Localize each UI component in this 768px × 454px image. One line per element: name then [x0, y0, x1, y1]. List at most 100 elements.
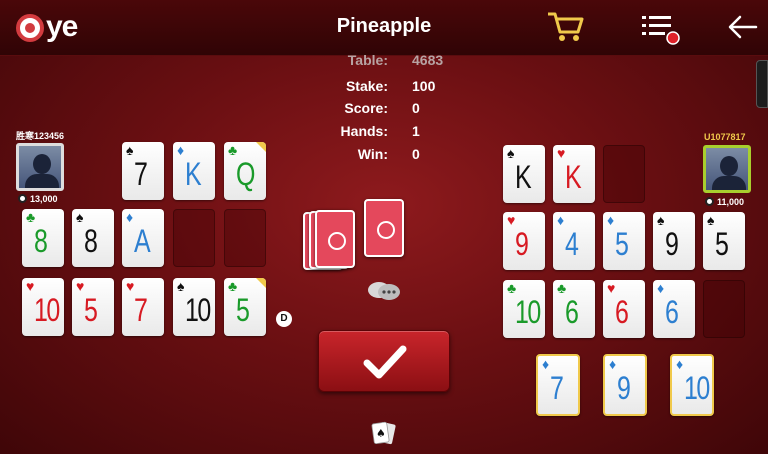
card-rank: 7 [134, 156, 148, 192]
stake-value: 100 [412, 78, 436, 94]
card-rank: 8 [84, 223, 98, 259]
hand-history-cards-icon[interactable]: ♠ [369, 420, 399, 446]
card-rank: 7 [134, 292, 148, 328]
card-rank: 6 [615, 294, 629, 330]
card-rank: 9 [617, 370, 631, 406]
right-player-chips-value: 11,000 [717, 197, 745, 207]
card-rank: 5 [84, 292, 98, 328]
new-card-marker [256, 278, 266, 288]
card-suit: ♠ [657, 212, 665, 228]
empty-card-slot [224, 209, 266, 267]
card: ♣ 6 [553, 280, 595, 338]
empty-card-slot [603, 145, 645, 203]
card-suit: ♦ [657, 280, 665, 296]
card-suit: ♠ [507, 145, 515, 161]
card: ♦ 4 [553, 212, 595, 270]
card-suit: ♠ [707, 212, 715, 228]
card-rank: 10 [34, 292, 60, 328]
card-rank: 6 [565, 294, 579, 330]
hands-row: Hands: 1 [300, 123, 480, 143]
chip-icon [705, 197, 714, 206]
win-label: Win: [357, 146, 388, 162]
poker-chip-logo-icon [16, 14, 44, 42]
empty-card-slot [173, 209, 215, 267]
card: ♣ 10 [503, 280, 545, 338]
card-rank: K [185, 156, 202, 192]
score-label: Score: [344, 100, 388, 116]
card-rank: 10 [515, 294, 541, 330]
card-rank: 9 [665, 226, 679, 262]
card: ♦ 5 [603, 212, 645, 270]
win-row: Win: 0 [300, 146, 480, 166]
card-rank: 6 [665, 294, 679, 330]
card-suit: ♦ [557, 212, 565, 228]
card-suit: ♠ [126, 142, 134, 158]
discard-card-back [364, 199, 404, 257]
checkmark-icon [363, 345, 407, 379]
card: ♥ 5 [72, 278, 114, 336]
score-row: Score: 0 [300, 100, 480, 120]
table-value: 4683 [412, 52, 444, 68]
card-rank: 4 [565, 226, 579, 262]
hand-card[interactable]: ♦ 7 [536, 354, 580, 416]
card: ♣ 5 [224, 278, 266, 336]
card: ♦ 6 [653, 280, 695, 338]
card-suit: ♦ [177, 142, 185, 158]
card-suit: ♦ [676, 356, 684, 372]
side-drawer-handle[interactable] [756, 60, 768, 108]
hands-value: 1 [412, 123, 420, 139]
card-rank: K [515, 159, 532, 195]
card: ♠ 7 [122, 142, 164, 200]
back-arrow-icon[interactable] [726, 12, 760, 42]
card-rank: 10 [185, 292, 211, 328]
avatar-silhouette-icon [720, 156, 738, 176]
card-back [315, 210, 355, 268]
card-rank: 8 [34, 223, 48, 259]
card-suit: ♠ [177, 278, 185, 294]
hand-card[interactable]: ♦ 9 [603, 354, 647, 416]
card: ♦ K [173, 142, 215, 200]
chat-bubbles-icon[interactable] [366, 280, 402, 302]
card-rank: K [565, 159, 582, 195]
card-rank: 5 [236, 292, 250, 328]
win-value: 0 [412, 146, 420, 162]
card-rank: 5 [615, 226, 629, 262]
card: ♣ Q [224, 142, 266, 200]
card-suit: ♠ [76, 209, 84, 225]
card-suit: ♦ [542, 356, 550, 372]
hand-card[interactable]: ♦ 10 [670, 354, 714, 416]
stake-label: Stake: [345, 78, 388, 94]
card: ♠ 8 [72, 209, 114, 267]
new-card-marker [256, 142, 266, 152]
left-player-avatar[interactable] [16, 143, 64, 191]
card: ♠ 5 [703, 212, 745, 270]
card-rank: 7 [550, 370, 564, 406]
card: ♠ 10 [173, 278, 215, 336]
confirm-button[interactable] [318, 330, 450, 392]
card-suit: ♦ [607, 212, 615, 228]
card: ♥ 7 [122, 278, 164, 336]
table-label: Table: [347, 52, 388, 68]
menu-list-icon[interactable] [638, 10, 682, 46]
left-player-chips-value: 13,000 [30, 194, 58, 204]
right-player-avatar[interactable] [703, 145, 751, 193]
chip-icon [18, 194, 27, 203]
page-title: Pineapple [336, 15, 432, 37]
stake-row: Stake: 100 [300, 78, 480, 98]
card-suit: ♦ [126, 209, 134, 225]
card-rank: 9 [515, 226, 529, 262]
dealer-button: D [276, 311, 292, 327]
deck-pile [303, 210, 355, 272]
oye-logo: ye [14, 10, 94, 46]
card: ♦ A [122, 209, 164, 267]
card-rank: A [134, 223, 151, 259]
card: ♥ 9 [503, 212, 545, 270]
card: ♥ 6 [603, 280, 645, 338]
card: ♠ 9 [653, 212, 695, 270]
card: ♥ K [553, 145, 595, 203]
card-rank: 10 [684, 370, 710, 406]
svg-text:♠: ♠ [376, 427, 386, 440]
shopping-cart-icon[interactable] [546, 8, 586, 44]
hands-label: Hands: [340, 123, 388, 139]
right-player-chips: 11,000 [705, 197, 744, 207]
